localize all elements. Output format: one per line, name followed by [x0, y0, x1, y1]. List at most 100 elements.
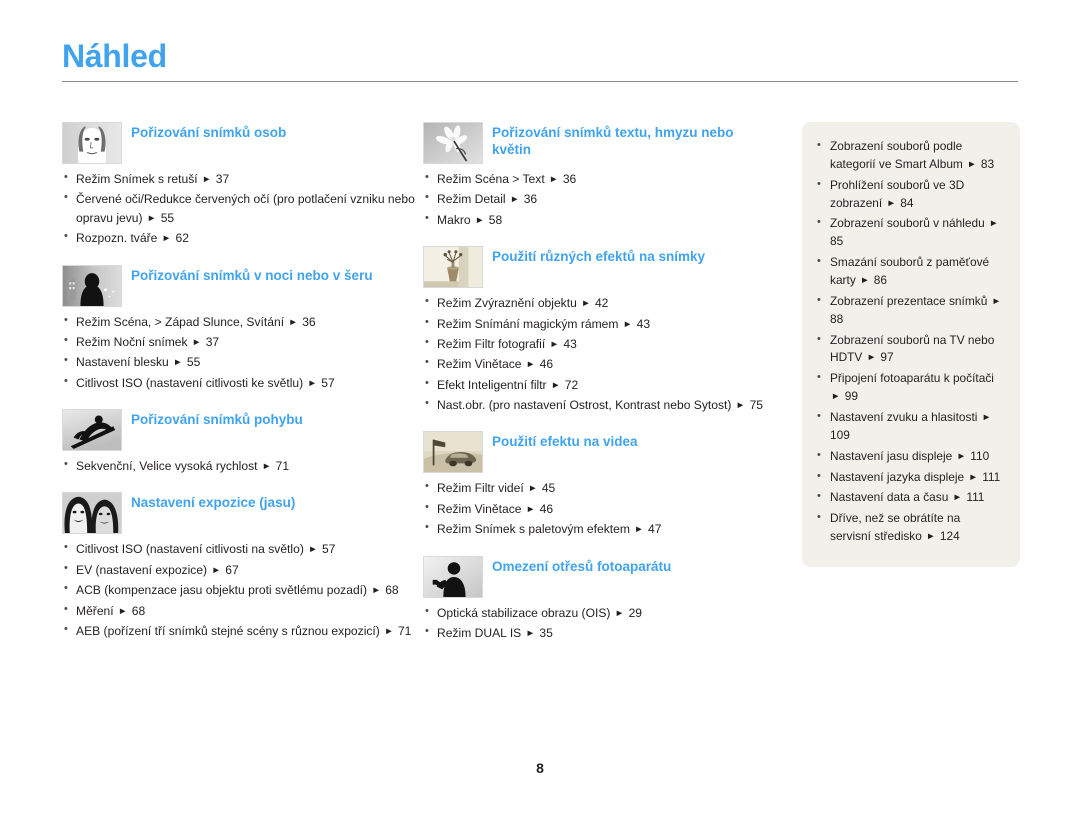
page-reference-arrow-icon: ►: [528, 483, 538, 495]
list-item: Zobrazení prezentace snímků ► 88: [814, 292, 1004, 329]
section-title: Pořizování snímků pohybu: [131, 412, 303, 427]
page-number: 8: [536, 760, 544, 776]
two-faces-exposure-icon: [62, 492, 122, 535]
section-header: Pořizování snímků textu, hmyzu nebo květ…: [423, 122, 788, 164]
page-reference-arrow-icon: ►: [146, 212, 157, 224]
page-reference-arrow-icon: ►: [173, 357, 183, 369]
section-header: Pořizování snímků v noci nebo v šeru: [62, 264, 417, 307]
page-reference-arrow-icon: ►: [211, 564, 221, 576]
list-item: ACB (kompenzace jasu objektu proti světl…: [62, 580, 417, 599]
section-night: Pořizování snímků v noci nebo v šeru Rež…: [62, 264, 417, 393]
steady-hand-shake-icon: [423, 555, 484, 598]
playback-settings-panel: Zobrazení souborů podle kategorií ve Sma…: [802, 122, 1020, 568]
list-item: Sekvenční, Velice vysoká rychlost ► 71: [62, 456, 417, 475]
list-item: Režim Filtr videí ► 45: [423, 478, 788, 497]
list-item: Nastavení data a času ► 111: [814, 488, 1004, 507]
page-reference-arrow-icon: ►: [288, 316, 298, 328]
page-reference-arrow-icon: ►: [550, 379, 561, 391]
list-item: Měření ► 68: [62, 600, 417, 620]
section-header: Použití různých efektů na snímky: [423, 246, 788, 289]
list-item: Zobrazení souborů podle kategorií ve Sma…: [814, 137, 1004, 174]
flower-macro-icon: [423, 122, 484, 164]
list-item: Optická stabilizace obrazu (OIS) ► 29: [423, 602, 788, 622]
list-item: Režim Vinětace ► 46: [423, 499, 788, 518]
page-reference-arrow-icon: ►: [989, 218, 999, 230]
portrait-face-icon: [62, 122, 122, 164]
list-item: Citlivost ISO (nastavení citlivosti na s…: [62, 539, 417, 558]
content-columns: Pořizování snímků osob Režim Snímek s re…: [62, 122, 1020, 659]
page-reference-arrow-icon: ►: [622, 318, 633, 330]
night-silhouette-moon-icon: [62, 264, 122, 307]
page-reference-arrow-icon: ►: [118, 605, 128, 617]
page-reference-arrow-icon: ►: [202, 174, 212, 185]
list-item: Režim Vinětace ► 46: [423, 354, 788, 373]
page-title: Náhled: [62, 38, 167, 74]
column-right: Zobrazení souborů podle kategorií ve Sma…: [802, 122, 1020, 568]
page-reference-arrow-icon: ►: [926, 531, 936, 543]
section-item-list: Režim Scéna, > Západ Slunce, Svítání ► 3…: [62, 311, 417, 393]
page-reference-arrow-icon: ►: [991, 295, 1002, 307]
car-video-effect-icon: [423, 431, 484, 474]
section-header: Pořizování snímků osob: [62, 122, 417, 164]
list-item: Nastavení jazyka displeje ► 111: [814, 468, 1004, 487]
page-reference-arrow-icon: ►: [956, 450, 966, 462]
page-reference-arrow-icon: ►: [509, 194, 520, 206]
section-macro-text: Pořizování snímků textu, hmyzu nebo květ…: [423, 122, 788, 229]
list-item: Režim Snímání magickým rámem ► 43: [423, 313, 788, 333]
section-header: Pořizování snímků pohybu: [62, 409, 417, 451]
page-reference-arrow-icon: ►: [581, 298, 591, 310]
section-title: Pořizování snímků v noci nebo v šeru: [131, 267, 373, 283]
list-item: Režim Detail ► 36: [423, 189, 788, 208]
section-item-list: Sekvenční, Velice vysoká rychlost ► 71: [62, 456, 417, 475]
page-reference-arrow-icon: ►: [525, 627, 536, 639]
list-item: Režim Snímek s paletovým efektem ► 47: [423, 519, 788, 538]
page-reference-arrow-icon: ►: [981, 412, 992, 424]
list-item: Rozpozn. tváře ► 62: [62, 228, 417, 247]
section-title: Použití efektu na videa: [492, 434, 638, 450]
page-reference-arrow-icon: ►: [261, 461, 272, 472]
section-item-list: Režim Snímek s retuší ► 37 Červené oči/R…: [62, 169, 417, 248]
page-reference-arrow-icon: ►: [860, 275, 870, 287]
section-title: Použití různých efektů na snímky: [492, 249, 706, 265]
page-reference-arrow-icon: ►: [191, 336, 202, 348]
section-portrait: Pořizování snímků osob Režim Snímek s re…: [62, 122, 417, 248]
section-header: Použití efektu na videa: [423, 431, 788, 474]
page-reference-arrow-icon: ►: [161, 233, 172, 245]
page-reference-arrow-icon: ►: [952, 492, 963, 504]
list-item: Makro ► 58: [423, 210, 788, 229]
list-item: Připojení fotoaparátu k počítači ► 99: [814, 369, 1004, 406]
list-item: Nastavení blesku ► 55: [62, 352, 417, 371]
section-item-list: Režim Filtr videí ► 45 Režim Vinětace ► …: [423, 478, 788, 538]
section-video-effects: Použití efektu na videa Režim Filtr vide…: [423, 431, 788, 538]
page-reference-arrow-icon: ►: [735, 400, 746, 411]
section-title: Pořizování snímků osob: [131, 125, 287, 140]
snowboarder-motion-icon: [62, 409, 122, 451]
section-photo-effects: Použití různých efektů na snímky Režim Z…: [423, 246, 788, 414]
page-reference-arrow-icon: ►: [384, 625, 394, 637]
page-reference-arrow-icon: ►: [308, 544, 318, 556]
list-item: Režim Zvýraznění objektu ► 42: [423, 293, 788, 312]
page-reference-arrow-icon: ►: [371, 585, 381, 597]
list-item: Režim Noční snímek ► 37: [62, 332, 417, 351]
section-title: Omezení otřesů fotoaparátu: [492, 558, 672, 574]
page-reference-arrow-icon: ►: [549, 338, 559, 350]
list-item: Nast.obr. (pro nastavení Ostrost, Kontra…: [423, 395, 788, 414]
section-title: Nastavení expozice (jasu): [131, 495, 296, 511]
list-item: EV (nastavení expozice) ► 67: [62, 560, 417, 579]
section-exposure: Nastavení expozice (jasu) Citlivost ISO …: [62, 492, 417, 640]
section-title: Pořizování snímků textu, hmyzu nebo květ…: [492, 125, 734, 158]
section-item-list: Režim Scéna > Text ► 36 Režim Detail ► 3…: [423, 169, 788, 229]
section-header: Omezení otřesů fotoaparátu: [423, 555, 788, 598]
section-item-list: Optická stabilizace obrazu (OIS) ► 29 Re…: [423, 602, 788, 643]
page-reference-arrow-icon: ►: [614, 607, 625, 619]
section-header: Nastavení expozice (jasu): [62, 492, 417, 535]
page-reference-arrow-icon: ►: [634, 524, 644, 536]
page-header: Náhled: [62, 38, 1018, 82]
section-item-list: Citlivost ISO (nastavení citlivosti na s…: [62, 539, 417, 640]
page-reference-arrow-icon: ►: [525, 359, 536, 371]
list-item: Režim DUAL IS ► 35: [423, 623, 788, 642]
list-item: Režim Snímek s retuší ► 37: [62, 169, 417, 188]
list-item: Zobrazení souborů na TV nebo HDTV ► 97: [814, 331, 1004, 368]
page-reference-arrow-icon: ►: [525, 503, 536, 515]
page-reference-arrow-icon: ►: [549, 174, 559, 185]
